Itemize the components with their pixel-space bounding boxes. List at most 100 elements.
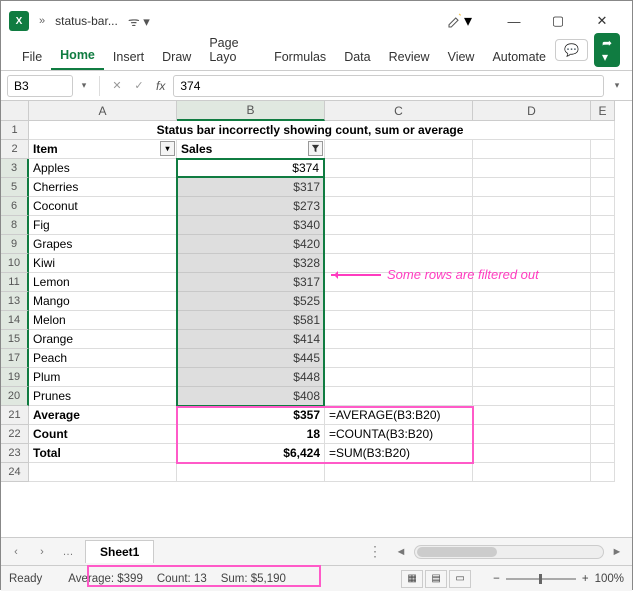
sheet-nav-more-icon[interactable]: … <box>59 543 77 561</box>
sales-cell[interactable]: $445 <box>177 349 325 368</box>
active-cell[interactable]: $374 <box>176 158 325 178</box>
cell[interactable] <box>325 235 473 254</box>
cell[interactable] <box>473 444 591 463</box>
row-header[interactable]: 14 <box>1 311 29 330</box>
sales-cell[interactable]: $420 <box>177 235 325 254</box>
cell[interactable] <box>591 311 615 330</box>
row-header[interactable]: 5 <box>1 178 29 197</box>
summary-formula[interactable]: =AVERAGE(B3:B20) <box>325 406 473 425</box>
row-header[interactable]: 10 <box>1 254 29 273</box>
cell[interactable] <box>591 273 615 292</box>
row-header[interactable]: 19 <box>1 368 29 387</box>
cell[interactable] <box>325 311 473 330</box>
cell[interactable] <box>591 463 615 482</box>
cell[interactable] <box>325 197 473 216</box>
summary-value[interactable]: $6,424 <box>177 444 325 463</box>
name-box[interactable]: B3 <box>7 75 73 97</box>
fx-label[interactable]: fx <box>156 79 165 93</box>
cell[interactable] <box>473 330 591 349</box>
item-cell[interactable]: Mango <box>29 292 177 311</box>
cell[interactable] <box>591 387 615 406</box>
item-cell[interactable]: Fig <box>29 216 177 235</box>
spreadsheet-grid[interactable]: A B C D E 123568910111314151719202122232… <box>1 101 632 537</box>
item-cell[interactable]: Lemon <box>29 273 177 292</box>
cell[interactable] <box>325 140 473 159</box>
hscroll-right-icon[interactable]: ► <box>608 543 626 561</box>
sales-cell[interactable]: $328 <box>177 254 325 273</box>
row-header[interactable]: 9 <box>1 235 29 254</box>
view-page-break-icon[interactable]: ▭ <box>449 570 471 588</box>
cell[interactable] <box>473 311 591 330</box>
hscroll-left-icon[interactable]: ◄ <box>392 543 410 561</box>
tab-insert[interactable]: Insert <box>104 44 153 70</box>
minimize-button[interactable]: — <box>492 5 536 37</box>
cell[interactable] <box>473 406 591 425</box>
summary-label[interactable]: Average <box>29 406 177 425</box>
zoom-out-icon[interactable]: − <box>493 573 500 585</box>
filter-active-icon[interactable] <box>308 141 323 156</box>
cell[interactable] <box>591 121 615 140</box>
horizontal-scrollbar[interactable] <box>414 545 604 559</box>
cell[interactable] <box>591 292 615 311</box>
name-box-dropdown-icon[interactable]: ▾ <box>77 75 91 97</box>
row-header[interactable]: 8 <box>1 216 29 235</box>
summary-value[interactable]: 18 <box>177 425 325 444</box>
sales-cell[interactable]: $317 <box>177 178 325 197</box>
cell[interactable] <box>473 387 591 406</box>
summary-value[interactable]: $357 <box>177 406 325 425</box>
cell[interactable] <box>591 216 615 235</box>
presence-icon[interactable]: ᯤ ▾ <box>128 12 150 30</box>
tab-home[interactable]: Home <box>51 42 104 70</box>
sheet-nav-next-icon[interactable]: › <box>33 543 51 561</box>
cancel-formula-icon[interactable]: ✕ <box>108 76 126 96</box>
cell[interactable] <box>591 425 615 444</box>
cell[interactable] <box>473 235 591 254</box>
cell[interactable] <box>325 330 473 349</box>
cell[interactable] <box>591 368 615 387</box>
cell[interactable] <box>473 292 591 311</box>
item-cell[interactable]: Coconut <box>29 197 177 216</box>
row-header[interactable]: 13 <box>1 292 29 311</box>
cell[interactable] <box>591 444 615 463</box>
summary-label[interactable]: Total <box>29 444 177 463</box>
sheet-nav-prev-icon[interactable]: ‹ <box>7 543 25 561</box>
cell[interactable] <box>325 349 473 368</box>
cell[interactable] <box>591 140 615 159</box>
formula-bar-expand-icon[interactable]: ▾ <box>608 80 626 91</box>
column-header-e[interactable]: E <box>591 101 615 121</box>
row-header[interactable]: 20 <box>1 387 29 406</box>
column-header-b[interactable]: B <box>177 101 325 121</box>
cell[interactable] <box>591 235 615 254</box>
tab-page-layout[interactable]: Page Layo <box>200 30 265 70</box>
formula-bar-input[interactable] <box>173 75 604 97</box>
cell[interactable] <box>473 178 591 197</box>
sales-cell[interactable]: $340 <box>177 216 325 235</box>
zoom-in-icon[interactable]: + <box>582 573 589 585</box>
accept-formula-icon[interactable]: ✓ <box>130 76 148 96</box>
column-header-d[interactable]: D <box>473 101 591 121</box>
item-cell[interactable]: Melon <box>29 311 177 330</box>
sales-cell[interactable]: $448 <box>177 368 325 387</box>
select-all-triangle[interactable] <box>1 101 29 121</box>
tab-scroll-grip-icon[interactable]: ⋮ <box>368 543 382 560</box>
sales-cell[interactable]: $408 <box>177 387 325 406</box>
cell[interactable] <box>473 368 591 387</box>
zoom-slider[interactable] <box>506 578 576 580</box>
row-header[interactable]: 24 <box>1 463 29 482</box>
cell[interactable] <box>473 425 591 444</box>
tab-automate[interactable]: Automate <box>483 44 555 70</box>
cell[interactable] <box>591 254 615 273</box>
row-header[interactable]: 2 <box>1 140 29 159</box>
row-header[interactable]: 22 <box>1 425 29 444</box>
item-cell[interactable]: Prunes <box>29 387 177 406</box>
cell[interactable] <box>473 349 591 368</box>
tab-draw[interactable]: Draw <box>153 44 200 70</box>
tab-view[interactable]: View <box>439 44 484 70</box>
cell[interactable] <box>325 387 473 406</box>
row-header[interactable]: 6 <box>1 197 29 216</box>
sales-cell[interactable]: $317 <box>177 273 325 292</box>
cell[interactable] <box>177 463 325 482</box>
view-page-layout-icon[interactable]: ▤ <box>425 570 447 588</box>
cell[interactable] <box>325 178 473 197</box>
item-cell[interactable]: Grapes <box>29 235 177 254</box>
